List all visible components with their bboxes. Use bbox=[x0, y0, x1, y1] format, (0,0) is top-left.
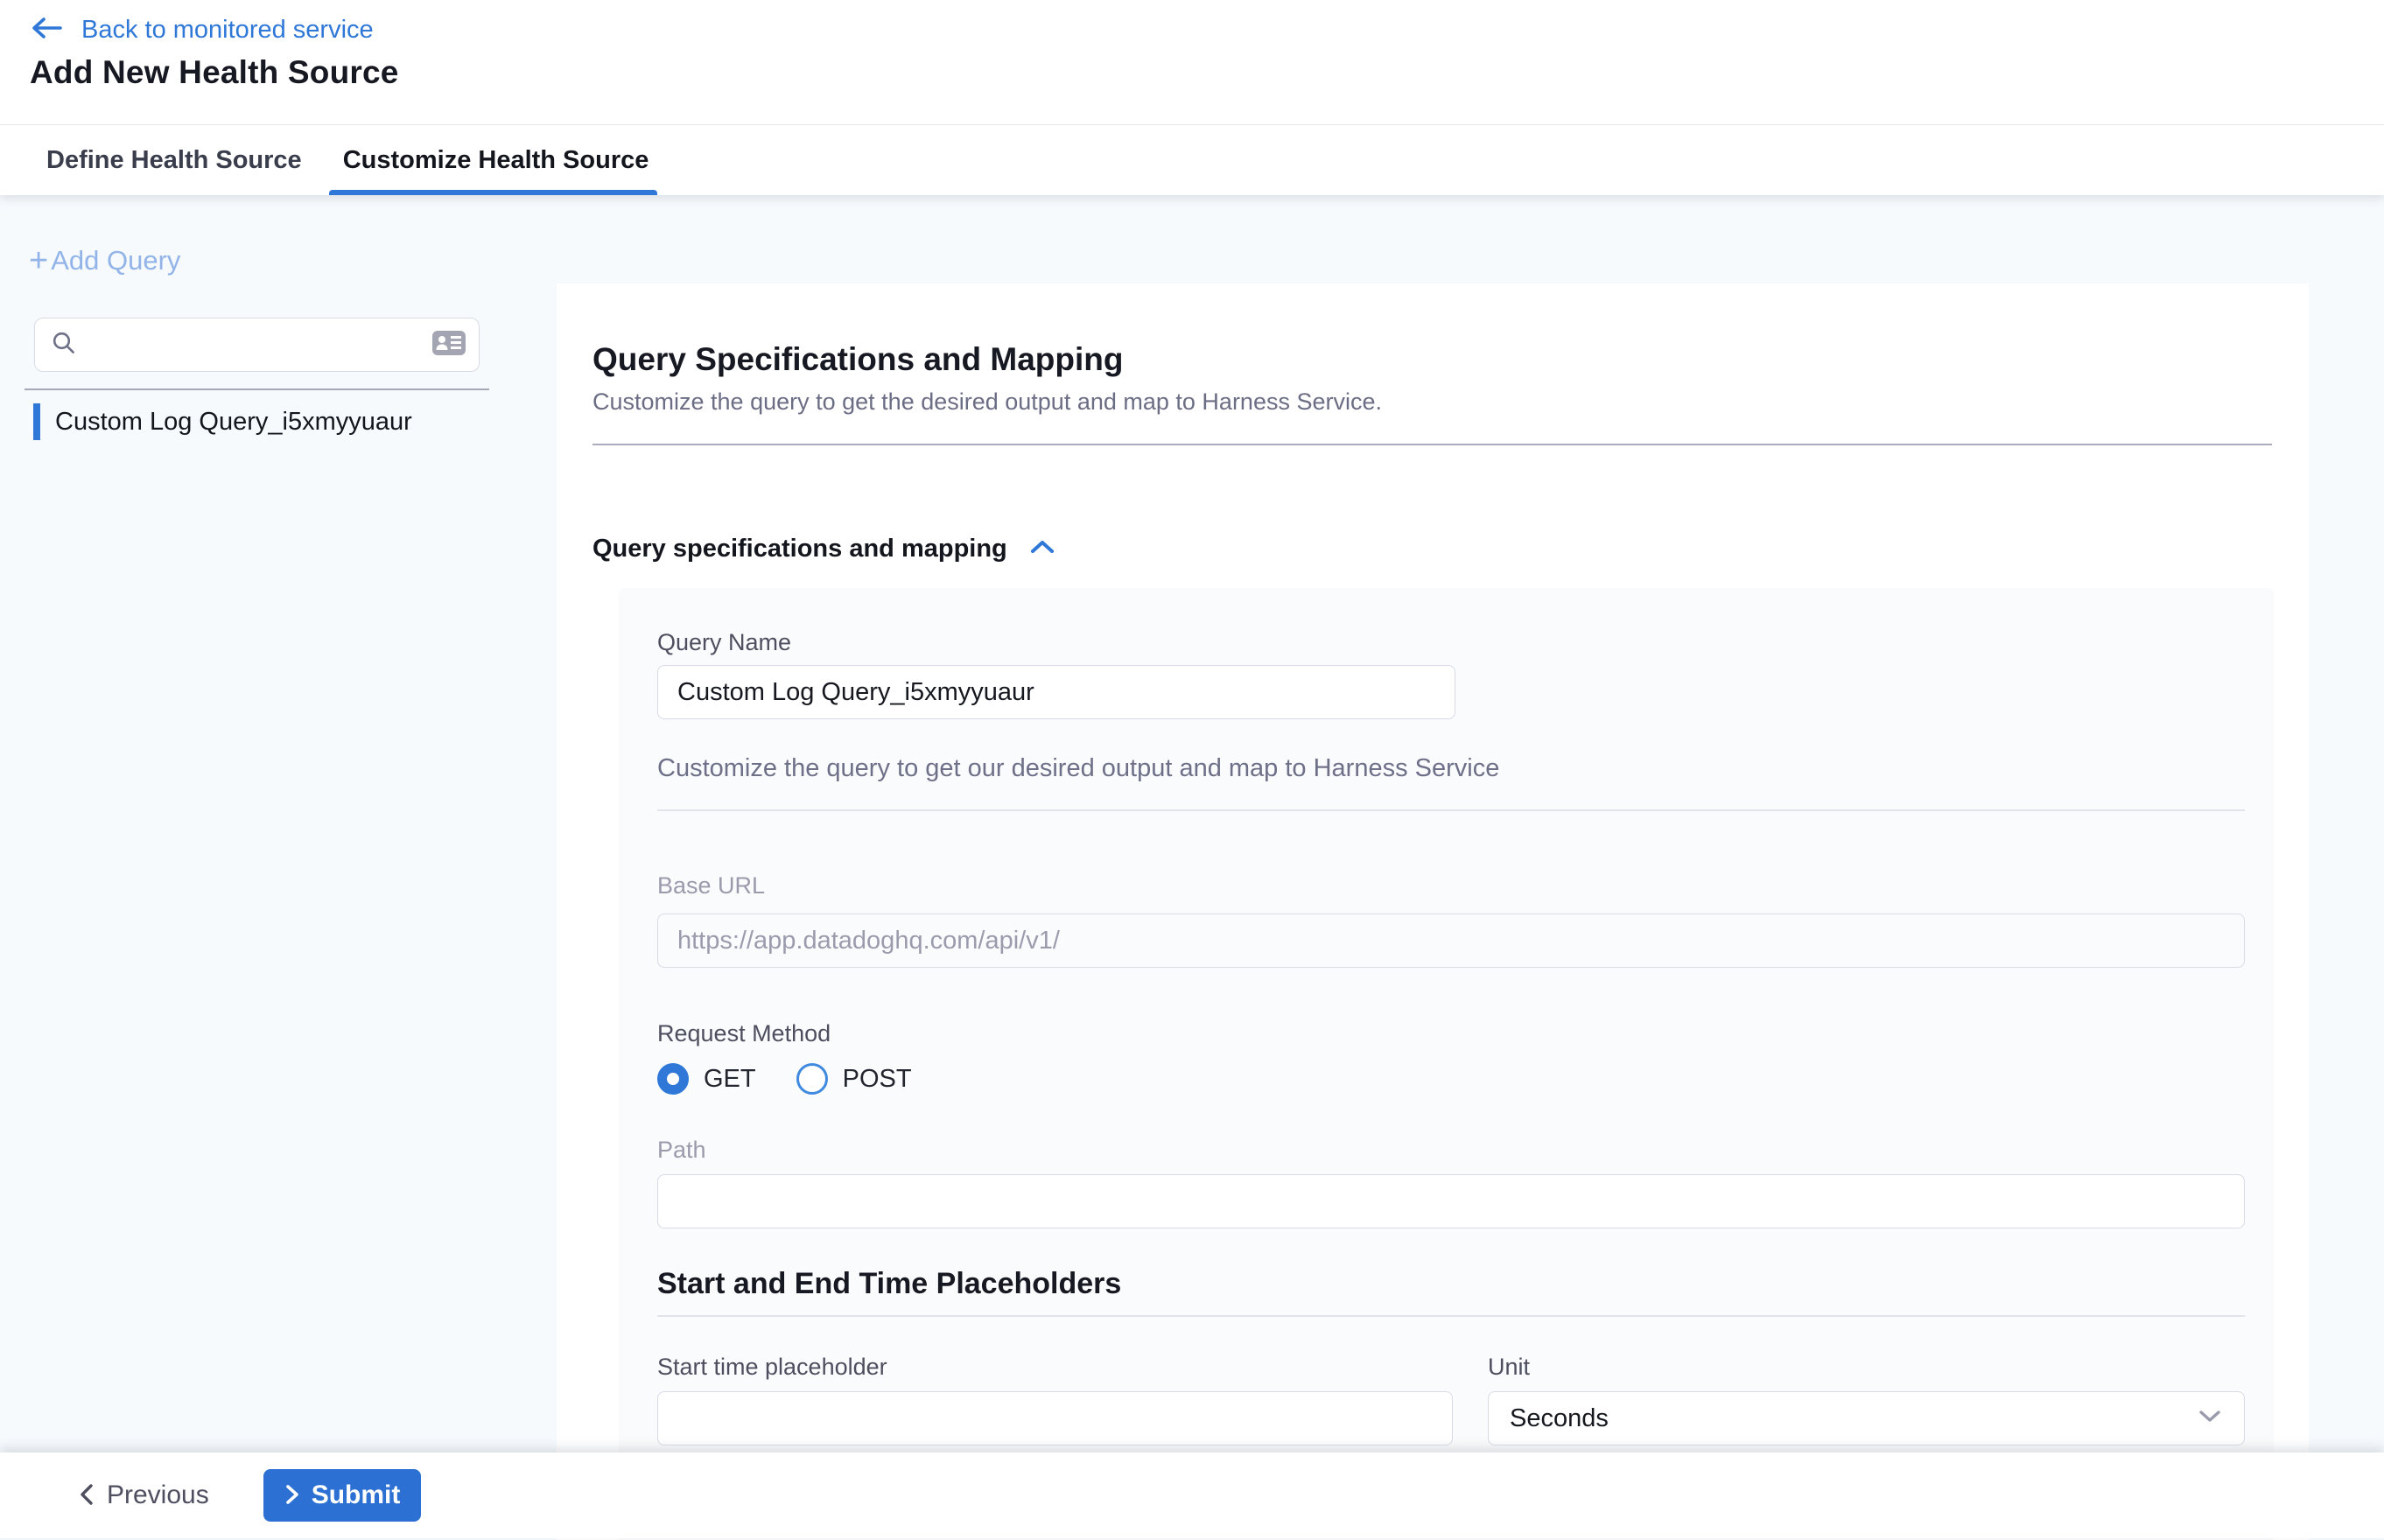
radio-post-label: POST bbox=[843, 1065, 912, 1094]
path-input[interactable] bbox=[657, 1174, 2245, 1228]
time-placeholders-heading: Start and End Time Placeholders bbox=[657, 1267, 2245, 1301]
base-url-label: Base URL bbox=[657, 872, 2245, 900]
arrow-left-icon bbox=[29, 14, 64, 46]
radio-get-label: GET bbox=[704, 1065, 756, 1094]
chevron-right-icon bbox=[284, 1483, 300, 1508]
tab-customize-health-source[interactable]: Customize Health Source bbox=[343, 125, 649, 195]
radio-unselected-icon bbox=[796, 1063, 828, 1095]
card-header: Query Specifications and Mapping Customi… bbox=[557, 284, 2309, 445]
footer-action-bar: Previous Submit bbox=[0, 1452, 2384, 1538]
query-spec-panel: Query Name Customize the query to get ou… bbox=[619, 588, 2274, 1540]
query-name-helper: Customize the query to get our desired o… bbox=[657, 754, 2245, 783]
page-header: Back to monitored service Add New Health… bbox=[0, 0, 2384, 124]
time-placeholder-row: Start time placeholder Unit Seconds bbox=[657, 1354, 2245, 1446]
section-title: Query specifications and mapping bbox=[592, 535, 1007, 564]
start-time-input[interactable] bbox=[657, 1391, 1453, 1446]
chevron-down-icon bbox=[2197, 1408, 2223, 1430]
panel-divider bbox=[657, 1315, 2245, 1317]
base-url-input[interactable] bbox=[657, 914, 2245, 968]
active-tab-underline bbox=[329, 190, 658, 195]
plus-icon: + bbox=[29, 244, 48, 277]
add-query-label: Add Query bbox=[51, 245, 180, 276]
main-card: Query Specifications and Mapping Customi… bbox=[557, 284, 2309, 1540]
query-name-label: Query Name bbox=[657, 629, 2245, 656]
query-name-input[interactable] bbox=[657, 665, 1455, 719]
submit-button-label: Submit bbox=[312, 1480, 401, 1510]
chevron-up-icon[interactable] bbox=[1028, 537, 1056, 561]
query-list-item-selected[interactable]: Custom Log Query_i5xmyyuaur bbox=[33, 403, 412, 440]
sidebar-divider bbox=[25, 388, 489, 390]
card-title: Query Specifications and Mapping bbox=[592, 341, 2272, 378]
add-query-button[interactable]: + Add Query bbox=[29, 244, 180, 277]
tab-label: Define Health Source bbox=[46, 146, 302, 175]
query-search-input[interactable] bbox=[88, 331, 431, 359]
unit-select[interactable]: Seconds bbox=[1488, 1391, 2245, 1446]
card-view-icon[interactable] bbox=[431, 329, 466, 361]
radio-selected-icon bbox=[657, 1063, 689, 1095]
unit-select-value: Seconds bbox=[1510, 1404, 1609, 1433]
query-search-box[interactable] bbox=[34, 318, 480, 372]
search-icon bbox=[51, 330, 77, 360]
back-link[interactable]: Back to monitored service bbox=[29, 14, 374, 46]
unit-label: Unit bbox=[1488, 1354, 2245, 1381]
tab-define-health-source[interactable]: Define Health Source bbox=[46, 125, 302, 195]
submit-button[interactable]: Submit bbox=[263, 1469, 422, 1522]
start-time-label: Start time placeholder bbox=[657, 1354, 1453, 1381]
path-label: Path bbox=[657, 1137, 2245, 1164]
selected-indicator-bar bbox=[33, 403, 40, 440]
back-link-label: Back to monitored service bbox=[81, 16, 374, 45]
panel-divider bbox=[657, 809, 2245, 811]
radio-post[interactable]: POST bbox=[796, 1063, 912, 1095]
page-title: Add New Health Source bbox=[30, 54, 399, 91]
tab-label: Customize Health Source bbox=[343, 146, 649, 175]
previous-button-label: Previous bbox=[107, 1480, 209, 1510]
request-method-label: Request Method bbox=[657, 1020, 2245, 1047]
radio-get[interactable]: GET bbox=[657, 1063, 756, 1095]
card-subtitle: Customize the query to get the desired o… bbox=[592, 388, 2272, 416]
previous-button[interactable]: Previous bbox=[77, 1480, 209, 1510]
content-area: + Add Query Custom Log Query_i5xmyyuaur … bbox=[0, 195, 2384, 1538]
chevron-left-icon bbox=[77, 1482, 96, 1509]
request-method-radio-group: GET POST bbox=[657, 1063, 2245, 1095]
card-header-divider bbox=[592, 444, 2272, 445]
query-item-label: Custom Log Query_i5xmyyuaur bbox=[55, 408, 412, 437]
section-header: Query specifications and mapping bbox=[592, 535, 2309, 564]
unit-field: Unit Seconds bbox=[1488, 1354, 2245, 1446]
tab-bar: Define Health Source Customize Health So… bbox=[0, 124, 2384, 195]
start-time-field: Start time placeholder bbox=[657, 1354, 1453, 1446]
